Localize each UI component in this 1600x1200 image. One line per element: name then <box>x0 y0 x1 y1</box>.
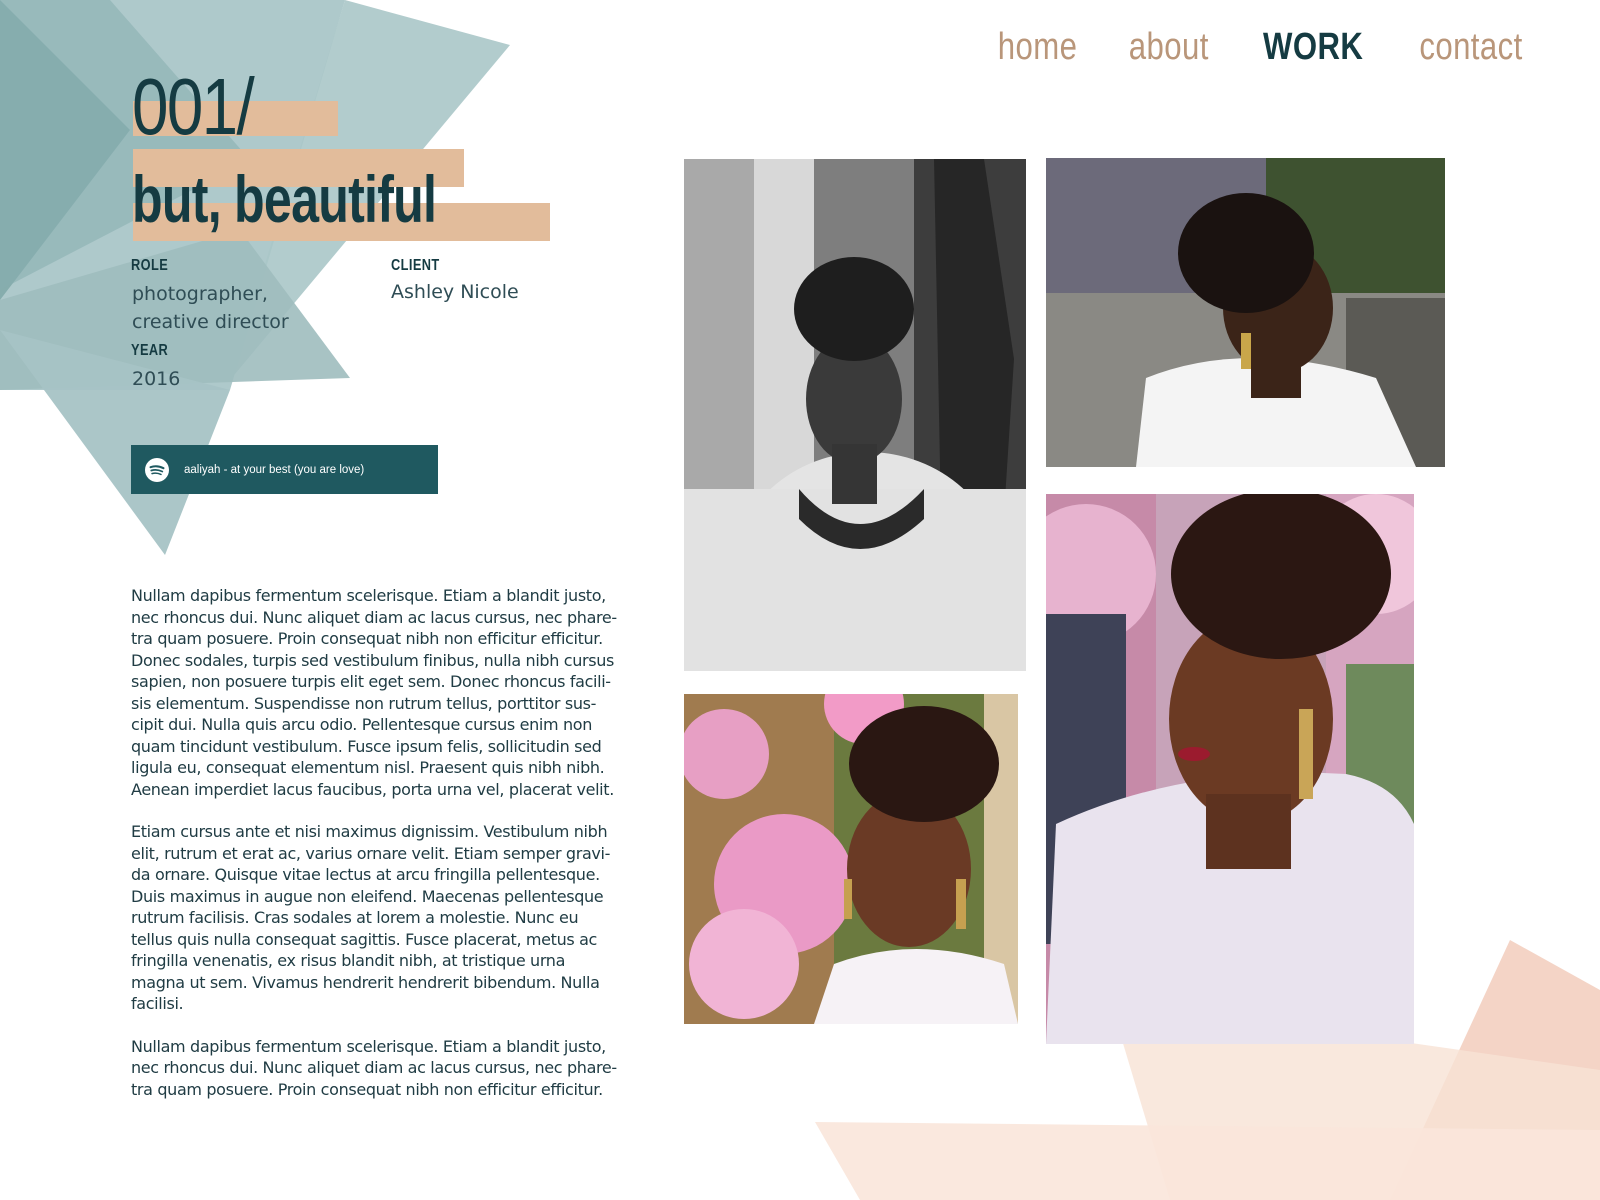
track-title: aaliyah - at your best (you are love) <box>184 463 365 476</box>
spotify-player[interactable]: aaliyah - at your best (you are love) <box>131 445 438 494</box>
paragraph: Nullam dapibus fermentum scelerisque. Et… <box>131 1036 617 1099</box>
photo-flowers-portrait[interactable] <box>684 694 1018 1024</box>
year-value: 2016 <box>132 368 181 390</box>
paragraph: Nullam dapibus fermentum scelerisque. Et… <box>131 586 617 799</box>
photo-looking-up[interactable] <box>1046 158 1445 467</box>
role-label: ROLE <box>131 257 169 274</box>
project-number: 001/ <box>132 62 255 151</box>
role-line-2: creative director <box>132 311 289 333</box>
project-title: but, beautiful <box>132 162 437 236</box>
main-nav: home about WORK contact <box>989 26 1534 69</box>
nav-contact[interactable]: contact <box>1419 26 1522 69</box>
project-description: Nullam dapibus fermentum scelerisque. Et… <box>131 585 621 1121</box>
role-line-1: photographer, <box>132 283 268 305</box>
nav-work[interactable]: WORK <box>1263 26 1363 69</box>
nav-home[interactable]: home <box>998 26 1078 69</box>
photo-bw-portrait[interactable] <box>684 159 1026 671</box>
spotify-icon[interactable] <box>145 457 169 482</box>
year-label: YEAR <box>131 342 169 359</box>
nav-about[interactable]: about <box>1129 26 1209 69</box>
paragraph: Etiam cursus ante et nisi maximus dignis… <box>131 822 611 1013</box>
photo-looking-down[interactable] <box>1046 494 1414 1044</box>
client-value: Ashley Nicole <box>391 281 519 303</box>
client-label: CLIENT <box>391 257 440 274</box>
